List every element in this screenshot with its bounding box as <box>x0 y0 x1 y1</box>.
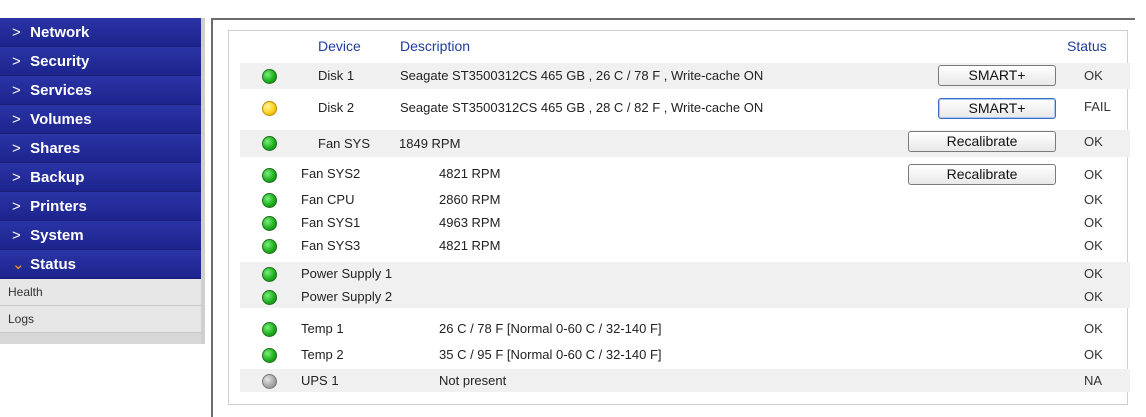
device-description: 2860 RPM <box>439 192 501 207</box>
device-name: Disk 2 <box>318 100 355 115</box>
status-led-ok-icon <box>262 69 277 84</box>
nav-services[interactable]: > Services <box>0 76 201 105</box>
nav-label: Shares <box>30 140 81 157</box>
device-name: Fan SYS2 <box>301 166 361 181</box>
table-row: Temp 1 26 C / 78 F [Normal 0-60 C / 32-1… <box>240 318 1130 340</box>
table-row: Fan SYS 1849 RPM Recalibrate OK <box>240 130 1130 157</box>
chevron-down-icon: ⌄ <box>12 256 25 273</box>
device-description: 4821 RPM <box>439 238 501 253</box>
status-led-ok-icon <box>262 322 277 337</box>
device-name: UPS 1 <box>301 373 339 388</box>
nav-status[interactable]: ⌄ Status <box>0 250 201 279</box>
table-row: Fan SYS3 4821 RPM OK <box>240 235 1130 257</box>
smart-button[interactable]: SMART+ <box>938 65 1056 86</box>
device-description: Not present <box>439 373 507 388</box>
status-value: OK <box>1084 68 1103 83</box>
status-led-ok-icon <box>262 193 277 208</box>
sub-item-label: Health <box>8 285 43 299</box>
status-led-ok-icon <box>262 267 277 282</box>
column-header-status: Status <box>1067 38 1107 54</box>
chevron-right-icon: > <box>12 24 21 41</box>
nav-label: Printers <box>30 198 87 215</box>
nav-label: Backup <box>30 169 85 186</box>
status-led-ok-icon <box>262 239 277 254</box>
device-description: Seagate ST3500312CS 465 GB , 26 C / 78 F… <box>400 68 764 83</box>
status-value: NA <box>1084 373 1103 388</box>
column-header-description: Description <box>400 38 471 54</box>
status-led-ok-icon <box>262 348 277 363</box>
device-description: Seagate ST3500312CS 465 GB , 28 C / 82 F… <box>400 100 764 115</box>
nav-backup[interactable]: > Backup <box>0 163 201 192</box>
status-value: OK <box>1084 238 1103 253</box>
nav-label: Network <box>30 24 90 41</box>
status-led-na-icon <box>262 374 277 389</box>
status-led-ok-icon <box>262 136 277 151</box>
sub-item-health[interactable]: Health <box>0 279 201 306</box>
device-name: Fan SYS1 <box>301 215 361 230</box>
device-name: Power Supply 2 <box>301 289 393 304</box>
status-value: OK <box>1084 134 1103 149</box>
smart-button[interactable]: SMART+ <box>938 98 1056 119</box>
device-name: Power Supply 1 <box>301 266 393 281</box>
device-description: 1849 RPM <box>399 136 461 151</box>
table-row: Temp 2 35 C / 95 F [Normal 0-60 C / 32-1… <box>240 344 1130 366</box>
nav-volumes[interactable]: > Volumes <box>0 105 201 134</box>
status-value: OK <box>1084 167 1103 182</box>
nav-shares[interactable]: > Shares <box>0 134 201 163</box>
table-row: Power Supply 2 OK <box>240 285 1130 308</box>
status-led-fail-icon <box>262 101 277 116</box>
device-name: Fan SYS <box>318 136 371 151</box>
sidebar: > Network > Security > Services > Volume… <box>0 18 205 344</box>
status-value: OK <box>1084 192 1103 207</box>
nav-printers[interactable]: > Printers <box>0 192 201 221</box>
nav-security[interactable]: > Security <box>0 47 201 76</box>
chevron-right-icon: > <box>12 53 21 70</box>
table-row: Fan CPU 2860 RPM OK <box>240 189 1130 211</box>
device-description: 4821 RPM <box>439 166 501 181</box>
table-row: Power Supply 1 OK <box>240 262 1130 285</box>
status-led-ok-icon <box>262 216 277 231</box>
status-led-ok-icon <box>262 290 277 305</box>
table-row: Fan SYS1 4963 RPM OK <box>240 212 1130 234</box>
chevron-right-icon: > <box>12 198 21 215</box>
table-row: Fan SYS2 4821 RPM Recalibrate OK <box>240 162 1130 188</box>
chevron-right-icon: > <box>12 140 21 157</box>
nav-label: System <box>30 227 84 244</box>
chevron-right-icon: > <box>12 82 21 99</box>
chevron-right-icon: > <box>12 227 21 244</box>
status-value: OK <box>1084 321 1103 336</box>
device-name: Disk 1 <box>318 68 355 83</box>
nav-label: Services <box>30 82 92 99</box>
sub-item-logs[interactable]: Logs <box>0 306 201 333</box>
status-value: OK <box>1084 215 1103 230</box>
nav-label: Volumes <box>30 111 92 128</box>
status-value: FAIL <box>1084 99 1111 114</box>
status-led-ok-icon <box>262 168 277 183</box>
device-name: Temp 1 <box>301 321 344 336</box>
nav-label: Status <box>30 256 77 273</box>
table-row: Disk 2 Seagate ST3500312CS 465 GB , 28 C… <box>240 95 1130 121</box>
device-name: Fan CPU <box>301 192 355 207</box>
nav-label: Security <box>30 53 90 70</box>
status-value: OK <box>1084 289 1103 304</box>
nav-network[interactable]: > Network <box>0 18 201 47</box>
recalibrate-button[interactable]: Recalibrate <box>908 131 1056 152</box>
nav-system[interactable]: > System <box>0 221 201 250</box>
sub-item-label: Logs <box>8 312 35 326</box>
recalibrate-button[interactable]: Recalibrate <box>908 164 1056 185</box>
status-value: OK <box>1084 266 1103 281</box>
device-description: 35 C / 95 F [Normal 0-60 C / 32-140 F] <box>439 347 662 362</box>
device-description: 4963 RPM <box>439 215 501 230</box>
table-row: UPS 1 Not present NA <box>240 369 1130 392</box>
table-row: Disk 1 Seagate ST3500312CS 465 GB , 26 C… <box>240 63 1130 89</box>
device-name: Fan SYS3 <box>301 238 361 253</box>
status-value: OK <box>1084 347 1103 362</box>
device-name: Temp 2 <box>301 347 344 362</box>
device-description: 26 C / 78 F [Normal 0-60 C / 32-140 F] <box>439 321 662 336</box>
chevron-right-icon: > <box>12 169 21 186</box>
column-header-device: Device <box>318 38 361 54</box>
chevron-right-icon: > <box>12 111 21 128</box>
